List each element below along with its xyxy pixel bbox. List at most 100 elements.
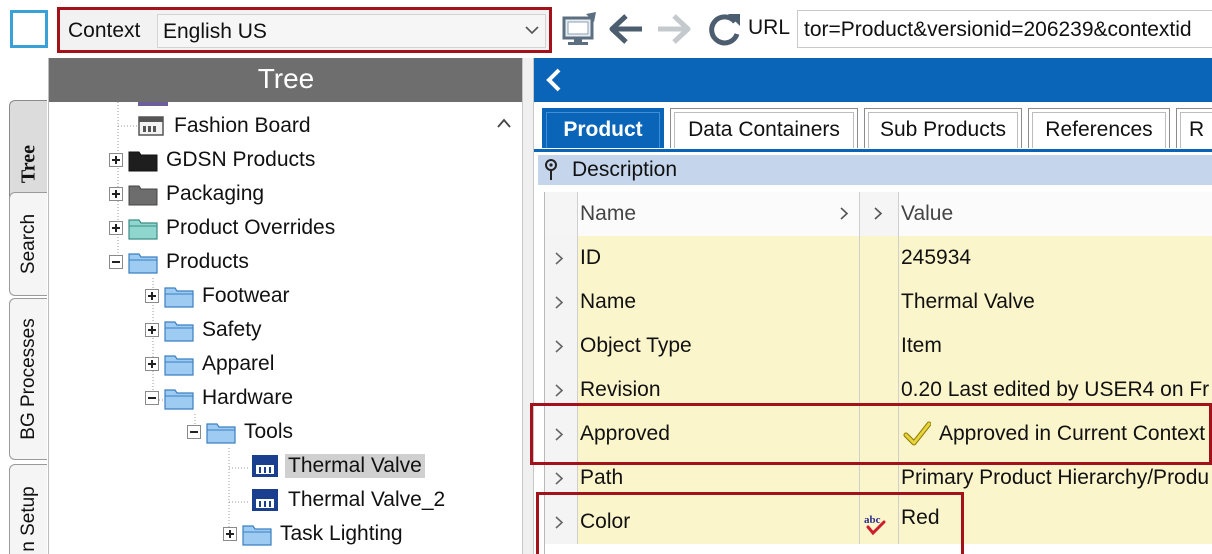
row-expand[interactable] (545, 280, 578, 324)
attribute-name-text: Name (580, 290, 637, 313)
attribute-name: Path (578, 456, 860, 500)
chevron-right-icon[interactable] (840, 207, 849, 220)
expand-icon[interactable] (145, 289, 159, 303)
tree-node-thermal-valve-2[interactable]: Thermal Valve_2 (249, 484, 448, 516)
tab-search-label: Search (17, 213, 39, 275)
url-field[interactable]: tor=Product&versionid=206239&contextid (797, 10, 1212, 48)
column-header-expand[interactable] (860, 192, 899, 236)
tab-product[interactable]: Product (542, 108, 664, 148)
table-row[interactable]: Revision 0.20 Last edited by USER4 on Fr (545, 368, 1212, 412)
folder-blue-icon (164, 287, 194, 308)
app-square-icon[interactable] (10, 10, 48, 48)
section-header-description[interactable]: Description (538, 155, 1212, 185)
chevron-left-icon[interactable] (542, 66, 566, 94)
row-expand[interactable] (545, 368, 578, 412)
tree-node-safety[interactable]: Safety (145, 314, 265, 346)
tree-node-products[interactable]: Products (109, 246, 252, 278)
expand-icon[interactable] (109, 221, 123, 235)
column-header-name[interactable]: Name (578, 192, 860, 236)
tree-node-hardware[interactable]: Hardware (145, 382, 296, 414)
context-dropdown[interactable]: English US (157, 14, 546, 48)
tree-node-product-overrides[interactable]: Product Overrides (109, 212, 338, 244)
attribute-value[interactable]: Thermal Valve (899, 280, 1212, 324)
tree-node-packaging[interactable]: Packaging (109, 178, 267, 210)
tab-setup[interactable]: n Setup (9, 464, 47, 554)
tab-references[interactable]: References (1028, 108, 1170, 148)
attribute-value[interactable]: 245934 (899, 236, 1212, 280)
folder-blue-icon (164, 321, 194, 342)
context-selector: Context English US (57, 7, 552, 53)
attribute-value[interactable]: Red (899, 500, 1212, 544)
tree-node-thermal-valve[interactable]: Thermal Valve (249, 450, 425, 482)
tree-node-task-lighting[interactable]: Task Lighting (223, 518, 406, 550)
collapse-icon[interactable] (187, 425, 201, 439)
chevron-right-icon (555, 296, 564, 309)
refresh-icon[interactable] (704, 10, 744, 48)
row-expand[interactable] (545, 412, 578, 456)
row-expand[interactable] (545, 324, 578, 368)
tree-header: Tree (49, 58, 523, 102)
tab-product-label: Product (563, 118, 643, 141)
attribute-value[interactable]: Primary Product Hierarchy/Produ (899, 456, 1212, 500)
tree-node-label: GDSN Products (166, 148, 316, 171)
tree-node-label: Footwear (202, 284, 290, 307)
column-header-value-label: Value (901, 202, 954, 225)
tree-node-apparel[interactable]: Apparel (145, 348, 277, 380)
panel-splitter[interactable] (522, 58, 534, 554)
row-expand[interactable] (545, 500, 578, 544)
url-value: tor=Product&versionid=206239&contextid (804, 18, 1192, 41)
column-header-value[interactable]: Value (899, 192, 1212, 236)
expand-icon[interactable] (109, 153, 123, 167)
tree-panel: Tree Fashion Board GDSN Products Packagi… (48, 58, 523, 554)
collapse-icon[interactable] (145, 391, 159, 405)
attribute-value-text: Item (901, 334, 942, 357)
checkmark-icon (903, 421, 931, 446)
back-arrow-icon[interactable] (608, 10, 644, 48)
tree-node-footwear[interactable]: Footwear (145, 280, 293, 312)
tree-node-fashion-board[interactable]: Fashion Board (117, 110, 314, 142)
tab-references-label: References (1045, 118, 1153, 141)
grid-header-row: Name Value (545, 192, 1212, 236)
tab-setup-label: n Setup (17, 486, 39, 552)
editor-header (534, 58, 1212, 102)
tree-node-label: Thermal Valve (285, 454, 425, 478)
expand-icon[interactable] (145, 357, 159, 371)
attribute-name: ID (578, 236, 860, 280)
attribute-name: Color (578, 500, 860, 544)
row-expand[interactable] (545, 456, 578, 500)
table-row[interactable]: Color abc Red (545, 500, 1212, 544)
pin-icon[interactable] (544, 159, 558, 181)
collapse-icon[interactable] (109, 255, 123, 269)
table-row[interactable]: ID 245934 (545, 236, 1212, 280)
scroll-up-icon[interactable] (497, 118, 511, 128)
tab-data-containers[interactable]: Data Containers (670, 108, 858, 148)
tree-node-gdsn-products[interactable]: GDSN Products (109, 144, 318, 176)
table-row[interactable]: Approved Approved in Current Context (545, 412, 1212, 456)
forward-arrow-icon[interactable] (656, 10, 692, 48)
table-row[interactable]: Name Thermal Valve (545, 280, 1212, 324)
tree-node-label: Thermal Valve_2 (288, 488, 446, 511)
attribute-name: Object Type (578, 324, 860, 368)
chevron-right-icon[interactable] (874, 207, 883, 220)
tab-r[interactable]: R (1176, 108, 1212, 148)
monitor-icon[interactable] (560, 10, 600, 48)
tab-bg-processes[interactable]: BG Processes (9, 298, 47, 460)
attribute-value[interactable]: Approved in Current Context (899, 412, 1212, 456)
row-expand[interactable] (545, 236, 578, 280)
expand-icon[interactable] (145, 323, 159, 337)
expand-icon[interactable] (223, 527, 237, 541)
tree-node-label: Fashion Board (174, 114, 311, 137)
attribute-value[interactable]: Item (899, 324, 1212, 368)
attribute-flag (860, 456, 899, 500)
table-row[interactable]: Path Primary Product Hierarchy/Produ (545, 456, 1212, 500)
tree-view[interactable]: Fashion Board GDSN Products Packaging Pr… (49, 102, 523, 554)
table-row[interactable]: Object Type Item (545, 324, 1212, 368)
tab-sub-products[interactable]: Sub Products (864, 108, 1022, 148)
tree-node-tools[interactable]: Tools (187, 416, 296, 448)
attribute-value[interactable]: 0.20 Last edited by USER4 on Fr (899, 368, 1212, 412)
expand-icon[interactable] (109, 187, 123, 201)
spellcheck-icon[interactable]: abc (862, 510, 892, 536)
attribute-value-text: Red (901, 506, 940, 529)
folder-gray-icon (128, 185, 158, 206)
tab-search[interactable]: Search (9, 192, 47, 296)
